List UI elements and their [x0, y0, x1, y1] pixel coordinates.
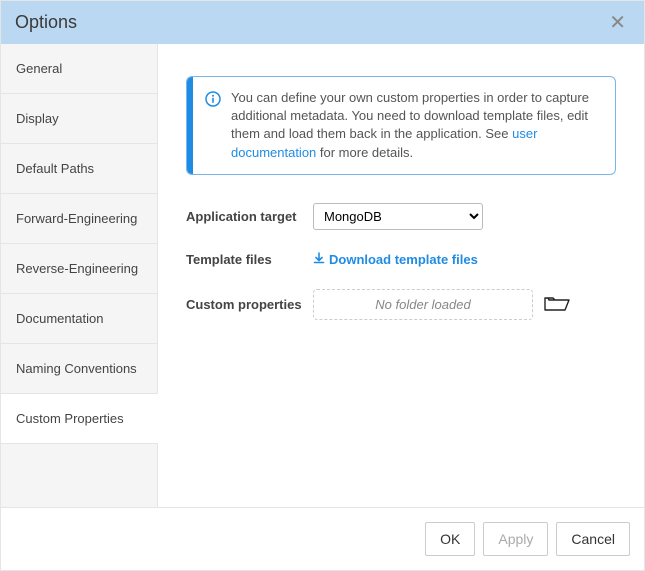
- info-text-after: for more details.: [316, 145, 413, 160]
- sidebar-item-label: Naming Conventions: [16, 361, 137, 376]
- apply-button[interactable]: Apply: [483, 522, 548, 556]
- application-target-select[interactable]: MongoDB: [313, 203, 483, 230]
- template-files-label: Template files: [186, 252, 313, 267]
- sidebar-item-default-paths[interactable]: Default Paths: [1, 144, 157, 194]
- sidebar-item-display[interactable]: Display: [1, 94, 157, 144]
- dialog-body: General Display Default Paths Forward-En…: [1, 44, 644, 507]
- sidebar-item-forward-engineering[interactable]: Forward-Engineering: [1, 194, 157, 244]
- info-icon: [193, 77, 221, 174]
- sidebar-item-label: Default Paths: [16, 161, 94, 176]
- cancel-button[interactable]: Cancel: [556, 522, 630, 556]
- row-application-target: Application target MongoDB: [186, 203, 616, 230]
- sidebar-item-reverse-engineering[interactable]: Reverse-Engineering: [1, 244, 157, 294]
- download-icon: [313, 252, 325, 267]
- sidebar-item-general[interactable]: General: [1, 44, 157, 94]
- sidebar-item-label: Display: [16, 111, 59, 126]
- browse-folder-button[interactable]: [543, 293, 571, 316]
- application-target-label: Application target: [186, 209, 313, 224]
- folder-icon: [543, 293, 571, 316]
- row-custom-properties: Custom properties No folder loaded: [186, 289, 616, 320]
- sidebar-item-label: Forward-Engineering: [16, 211, 137, 226]
- sidebar-item-documentation[interactable]: Documentation: [1, 294, 157, 344]
- custom-properties-path-display: No folder loaded: [313, 289, 533, 320]
- options-dialog: Options ✕ General Display Default Paths …: [0, 0, 645, 571]
- row-template-files: Template files Download template files: [186, 252, 616, 267]
- custom-properties-label: Custom properties: [186, 297, 313, 312]
- sidebar-item-custom-properties[interactable]: Custom Properties: [1, 394, 157, 444]
- info-text: You can define your own custom propertie…: [221, 77, 615, 174]
- sidebar-item-naming-conventions[interactable]: Naming Conventions: [1, 344, 157, 394]
- ok-button[interactable]: OK: [425, 522, 475, 556]
- dialog-footer: OK Apply Cancel: [1, 507, 644, 570]
- dialog-header: Options ✕: [1, 1, 644, 44]
- download-link-text: Download template files: [329, 252, 478, 267]
- sidebar: General Display Default Paths Forward-En…: [1, 44, 158, 507]
- dialog-title: Options: [15, 12, 77, 33]
- sidebar-item-label: General: [16, 61, 62, 76]
- sidebar-item-label: Documentation: [16, 311, 103, 326]
- info-box: You can define your own custom propertie…: [186, 76, 616, 175]
- close-icon[interactable]: ✕: [605, 13, 630, 33]
- sidebar-item-label: Reverse-Engineering: [16, 261, 138, 276]
- content-panel: You can define your own custom propertie…: [158, 44, 644, 507]
- download-template-files-link[interactable]: Download template files: [313, 252, 478, 267]
- sidebar-item-label: Custom Properties: [16, 411, 124, 426]
